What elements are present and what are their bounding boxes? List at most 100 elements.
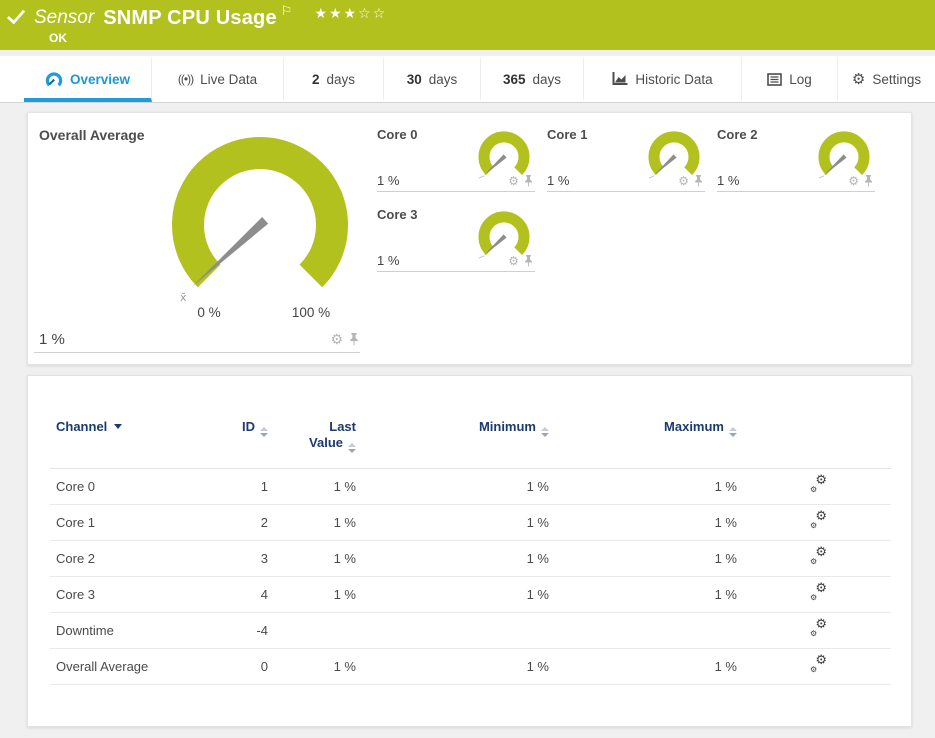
channel-settings-gears-icon[interactable]: ⚙ ⚙ (809, 510, 827, 530)
gauge-max-label: 100 % (292, 305, 330, 320)
channel-last-value (276, 613, 364, 649)
pin-icon[interactable] (349, 333, 359, 346)
channel-last-value: 1 % (333, 587, 356, 602)
tab-historic-data[interactable]: Historic Data (584, 56, 742, 102)
table-row: Core 3 4 1 % 1 % 1 % ⚙ ⚙ (50, 576, 891, 613)
svg-text:x̄: x̄ (180, 291, 187, 304)
channel-id: -4 (256, 623, 268, 638)
sort-icon (541, 427, 549, 437)
gauges-panel: Overall Average x̄ 0 % 100 % 1 % ⚙ Core … (27, 112, 912, 365)
table-row: Core 2 3 1 % 1 % 1 % ⚙ ⚙ (50, 540, 891, 577)
channel-maximum: 1 % (714, 479, 737, 494)
channel-settings-gears-icon[interactable]: ⚙ ⚙ (809, 582, 827, 602)
gauge-value: 1 % (39, 331, 65, 348)
channel-minimum: 1 % (526, 587, 549, 602)
tab-overview[interactable]: Overview (24, 56, 152, 102)
gauge-cell-core-2: Core 2 1 % ⚙ (717, 125, 875, 192)
priority-flag-icon[interactable]: ⚐ (281, 5, 293, 19)
gauge-settings-gear-icon[interactable]: ⚙ (330, 333, 343, 347)
gauge-icon (45, 71, 63, 86)
column-header-last-value[interactable]: Last Value (276, 419, 364, 469)
tab-settings[interactable]: ⚙ Settings (838, 56, 935, 102)
sort-icon (348, 443, 356, 453)
sort-desc-icon (114, 424, 123, 429)
stars-filled[interactable]: ★★★ (314, 6, 358, 22)
channel-name: Downtime (56, 623, 114, 638)
gear-icon: ⚙ (851, 69, 866, 88)
tab-bar: Overview ((•)) Live Data 2 days 30 days … (0, 56, 935, 103)
channel-last-value: 1 % (333, 515, 356, 530)
status-badge: OK (49, 31, 67, 45)
gauge-value: 1 % (377, 253, 400, 268)
core-gauges-grid: Core 0 1 % ⚙ Core 1 1 % ⚙ Core 2 1 % ⚙ C… (377, 125, 875, 354)
column-header-id[interactable]: ID (240, 419, 276, 469)
tab-2-days[interactable]: 2 days (284, 56, 384, 102)
channel-name: Core 1 (56, 515, 96, 530)
channels-table: Channel ID Last Value Minimum Maximum Co… (50, 419, 891, 685)
column-header-settings (745, 419, 891, 469)
pin-icon[interactable] (864, 174, 873, 187)
sort-icon (260, 427, 268, 437)
tab-live-data[interactable]: ((•)) Live Data (152, 56, 284, 102)
tab-30-days[interactable]: 30 days (384, 56, 481, 102)
gauge-value: 1 % (547, 173, 570, 188)
channel-settings-gears-icon[interactable]: ⚙ ⚙ (809, 546, 827, 566)
gauge-cell-core-0: Core 0 1 % ⚙ (377, 125, 535, 192)
channels-panel: Channel ID Last Value Minimum Maximum Co… (27, 375, 912, 727)
gauge-settings-gear-icon[interactable]: ⚙ (508, 255, 519, 267)
channel-id: 4 (260, 587, 268, 602)
table-row: Core 0 1 1 % 1 % 1 % ⚙ ⚙ (50, 469, 891, 505)
channel-maximum: 1 % (714, 659, 737, 674)
tab-365-days[interactable]: 365 days (481, 56, 584, 102)
channel-maximum: 1 % (714, 551, 737, 566)
gauge-value: 1 % (377, 173, 400, 188)
channel-maximum (557, 613, 745, 649)
pin-icon[interactable] (524, 254, 533, 267)
gauge-cell-overall-average: Overall Average x̄ 0 % 100 % 1 % ⚙ (34, 125, 360, 353)
table-row: Overall Average 0 1 % 1 % 1 % ⚙ ⚙ (50, 648, 891, 685)
channel-last-value: 1 % (333, 551, 356, 566)
channel-minimum: 1 % (526, 551, 549, 566)
gauge-min-label: 0 % (197, 305, 220, 320)
gauge-settings-gear-icon[interactable]: ⚙ (848, 175, 859, 187)
tab-log[interactable]: Log (742, 56, 838, 102)
table-row: Core 1 2 1 % 1 % 1 % ⚙ ⚙ (50, 504, 891, 541)
channel-name: Core 2 (56, 551, 96, 566)
channel-id: 2 (260, 515, 268, 530)
gauge-settings-gear-icon[interactable]: ⚙ (508, 175, 519, 187)
channel-id: 3 (260, 551, 268, 566)
pin-icon[interactable] (694, 174, 703, 187)
channel-name: Core 3 (56, 587, 96, 602)
overall-average-gauge: x̄ 0 % 100 % (172, 136, 348, 320)
column-header-maximum[interactable]: Maximum (557, 419, 745, 469)
channel-maximum: 1 % (714, 515, 737, 530)
channel-settings-gears-icon[interactable]: ⚙ ⚙ (809, 474, 827, 494)
log-list-icon (767, 72, 783, 86)
channel-minimum: 1 % (526, 479, 549, 494)
column-header-channel[interactable]: Channel (50, 419, 240, 469)
live-data-icon: ((•)) (177, 72, 194, 86)
channel-minimum (364, 613, 557, 649)
channel-last-value: 1 % (333, 479, 356, 494)
pin-icon[interactable] (524, 174, 533, 187)
channel-settings-gears-icon[interactable]: ⚙ ⚙ (809, 654, 827, 674)
channel-name: Core 0 (56, 479, 96, 494)
channel-name: Overall Average (56, 659, 149, 674)
area-chart-icon (612, 72, 628, 85)
object-type-label: Sensor (34, 7, 95, 28)
column-header-minimum[interactable]: Minimum (364, 419, 557, 469)
priority-stars[interactable]: ★★★☆☆ (314, 6, 387, 22)
channel-settings-gears-icon[interactable]: ⚙ ⚙ (809, 618, 827, 638)
gauge-value: 1 % (717, 173, 740, 188)
stars-empty[interactable]: ☆☆ (358, 6, 387, 22)
gauge-cell-core-1: Core 1 1 % ⚙ (547, 125, 705, 192)
sensor-header: Sensor SNMP CPU Usage ⚐ ★★★☆☆ OK (0, 0, 935, 50)
sort-icon (729, 427, 737, 437)
channel-last-value: 1 % (333, 659, 356, 674)
gauge-settings-gear-icon[interactable]: ⚙ (678, 175, 689, 187)
page-title: SNMP CPU Usage (103, 7, 277, 29)
channel-id: 1 (260, 479, 268, 494)
channel-id: 0 (260, 659, 268, 674)
status-ok-check-icon (6, 8, 26, 31)
channel-maximum: 1 % (714, 587, 737, 602)
